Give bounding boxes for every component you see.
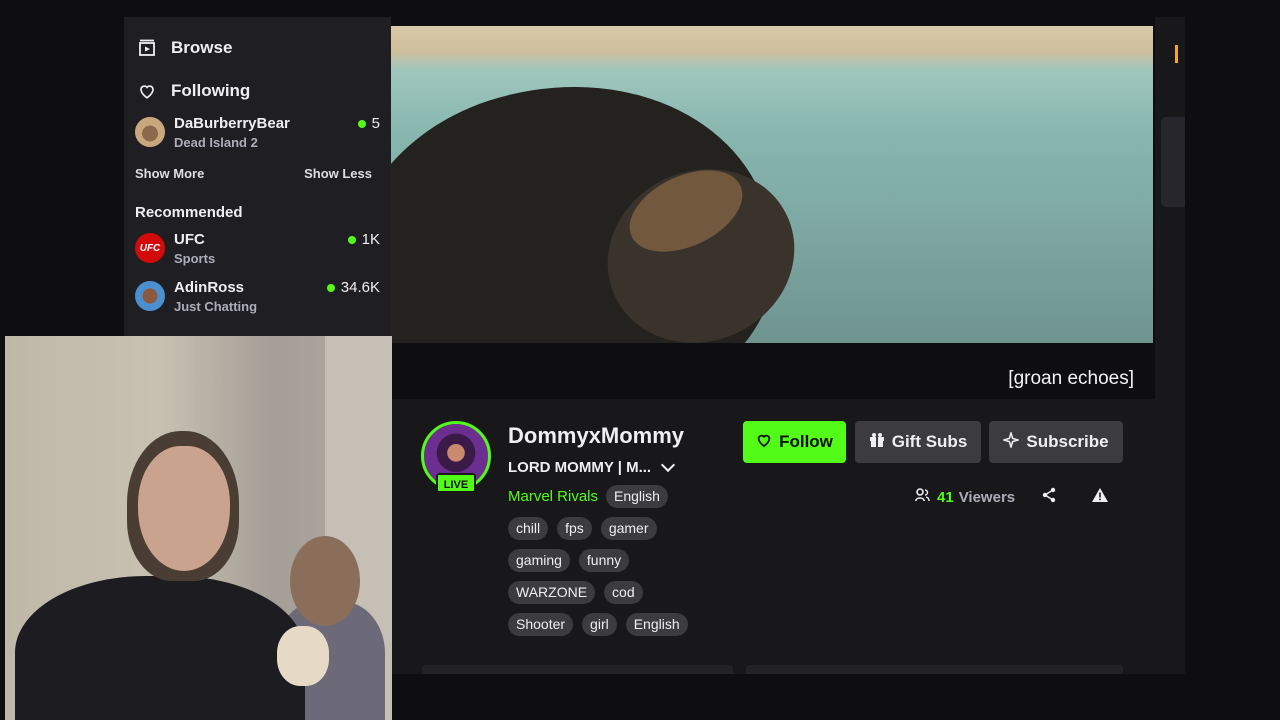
language-tag[interactable]: English — [606, 485, 668, 508]
tag[interactable]: Shooter — [508, 613, 574, 636]
tag[interactable]: gamer — [600, 517, 657, 540]
category-link[interactable]: Marvel Rivals — [508, 488, 598, 505]
live-dot-icon — [347, 236, 356, 244]
nav-browse-label: Browse — [171, 37, 233, 57]
show-more-less-row: Show More Show Less — [124, 158, 391, 188]
tag[interactable]: cod — [604, 581, 643, 604]
follow-button[interactable]: Follow — [743, 421, 846, 463]
video-player[interactable]: [groan echoes] — [391, 17, 1154, 399]
streamer-name[interactable]: DommyxMommy — [508, 423, 684, 449]
video-frame[interactable] — [391, 26, 1153, 343]
recommended-channel[interactable]: AdinRoss Just Chatting 34.6K — [124, 278, 391, 322]
stream-info: LIVE DommyxMommy LORD MOMMY | M... Marve… — [391, 399, 1155, 674]
live-dot-icon — [357, 120, 366, 128]
report-warning-icon[interactable] — [1091, 487, 1109, 508]
tag[interactable]: WARZONE — [508, 581, 596, 604]
closed-caption: [groan echoes] — [1008, 368, 1134, 389]
viewer-count: 5 — [357, 114, 380, 134]
chevron-down-icon[interactable] — [661, 457, 676, 473]
ufc-logo-icon: UFC — [135, 233, 165, 263]
sidebar: Browse Following DaBurberryBear Dead Isl… — [124, 17, 391, 347]
info-card — [746, 665, 1123, 674]
pinned-message — [1161, 117, 1185, 207]
recommended-title: Recommended — [135, 204, 243, 221]
stream-title-text: LORD MOMMY | M... — [508, 459, 652, 476]
following-channel[interactable]: DaBurberryBear Dead Island 2 5 — [124, 114, 391, 158]
share-icon[interactable] — [1041, 487, 1057, 508]
heart-icon — [756, 432, 772, 452]
dog — [277, 626, 329, 686]
tag[interactable]: gaming — [508, 549, 570, 572]
recommended-channel[interactable]: UFC UFC Sports 1K — [124, 230, 391, 274]
tag-area: Marvel Rivals English chill fps gamer ga… — [508, 485, 728, 645]
tag[interactable]: girl — [582, 613, 617, 636]
subscribe-button[interactable]: Subscribe — [989, 421, 1123, 463]
sparkle-icon — [1001, 430, 1022, 452]
live-badge: LIVE — [436, 473, 476, 493]
tag[interactable]: English — [625, 613, 688, 636]
follow-label: Follow — [779, 432, 833, 451]
channel-category: Dead Island 2 — [174, 135, 258, 150]
gift-subs-button[interactable]: Gift Subs — [855, 421, 981, 463]
gift-icon — [869, 432, 885, 452]
channel-category: Just Chatting — [174, 299, 258, 314]
viewer-count: 34.6K — [326, 278, 380, 298]
viewer-count-display: 41 Viewers — [915, 488, 1015, 506]
webcam-overlay — [5, 336, 392, 720]
live-dot-icon — [326, 284, 335, 292]
viewer-number: 41 — [937, 488, 954, 506]
chat-panel — [1155, 17, 1185, 674]
show-more-button[interactable]: Show More — [135, 166, 204, 181]
channel-name: UFC — [174, 231, 205, 248]
viewer-count: 1K — [347, 230, 380, 250]
info-card — [422, 665, 733, 674]
tag[interactable]: chill — [508, 517, 549, 540]
channel-category: Sports — [174, 251, 216, 266]
subscribe-label: Subscribe — [1026, 432, 1109, 451]
channel-name: DaBurberryBear — [174, 115, 290, 132]
nav-browse[interactable]: Browse — [124, 26, 391, 69]
channel-name: AdinRoss — [174, 279, 245, 296]
nav-following-label: Following — [171, 80, 251, 100]
show-less-button[interactable]: Show Less — [304, 166, 372, 181]
nav-following[interactable]: Following — [124, 69, 391, 112]
viewers-label: Viewers — [958, 488, 1016, 506]
users-icon — [915, 488, 930, 506]
avatar — [135, 281, 165, 311]
heart-icon — [137, 81, 157, 101]
gift-subs-label: Gift Subs — [891, 432, 968, 451]
browse-icon — [137, 38, 157, 58]
tag[interactable]: fps — [557, 517, 592, 540]
avatar — [135, 117, 165, 147]
tag[interactable]: funny — [578, 549, 630, 572]
stream-title[interactable]: LORD MOMMY | M... — [508, 457, 676, 476]
